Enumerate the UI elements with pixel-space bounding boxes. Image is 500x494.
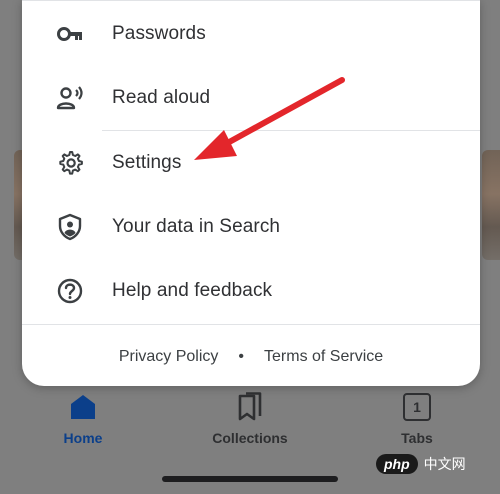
watermark-brand: php — [376, 454, 418, 474]
menu-item-label: Help and feedback — [112, 280, 273, 301]
background-card-right — [482, 150, 500, 260]
bookmarks-icon — [238, 392, 262, 421]
nav-home[interactable]: Home — [23, 392, 143, 446]
privacy-policy-link[interactable]: Privacy Policy — [119, 348, 219, 366]
menu-item-passwords[interactable]: Passwords — [22, 6, 480, 62]
menu-item-your-data[interactable]: Your data in Search — [22, 199, 480, 255]
watermark-site: 中文网 — [423, 456, 466, 472]
menu-item-label: Your data in Search — [112, 216, 281, 237]
menu-item-label: Read aloud — [112, 87, 211, 108]
top-divider — [22, 0, 480, 1]
footer-divider — [22, 324, 480, 325]
footer-separator: • — [238, 348, 245, 365]
nav-collections-label: Collections — [212, 430, 288, 446]
help-circle-icon — [56, 277, 84, 305]
menu-item-label: Settings — [112, 152, 182, 173]
shield-user-icon — [56, 213, 84, 241]
nav-tabs[interactable]: 1 Tabs — [357, 392, 477, 446]
person-speaking-icon — [56, 84, 84, 112]
home-indicator — [162, 476, 338, 482]
menu-divider — [102, 130, 480, 131]
menu-item-settings[interactable]: Settings — [22, 135, 480, 191]
gear-icon — [56, 149, 84, 177]
nav-collections[interactable]: Collections — [190, 392, 310, 446]
home-icon — [71, 395, 95, 419]
menu-item-help-feedback[interactable]: Help and feedback — [22, 263, 480, 319]
watermark: php 中文网 — [376, 452, 466, 476]
tab-count: 1 — [413, 399, 421, 415]
menu-item-read-aloud[interactable]: Read aloud — [22, 70, 480, 126]
legal-footer: Privacy Policy • Terms of Service — [22, 337, 480, 377]
tabs-count-icon: 1 — [403, 393, 431, 421]
key-icon — [56, 20, 84, 48]
menu-item-label: Passwords — [112, 23, 206, 44]
nav-home-label: Home — [63, 430, 103, 446]
terms-of-service-link[interactable]: Terms of Service — [264, 348, 383, 366]
nav-tabs-label: Tabs — [401, 430, 433, 446]
overflow-menu-sheet: Passwords Read aloud Settings Your data … — [22, 0, 480, 386]
